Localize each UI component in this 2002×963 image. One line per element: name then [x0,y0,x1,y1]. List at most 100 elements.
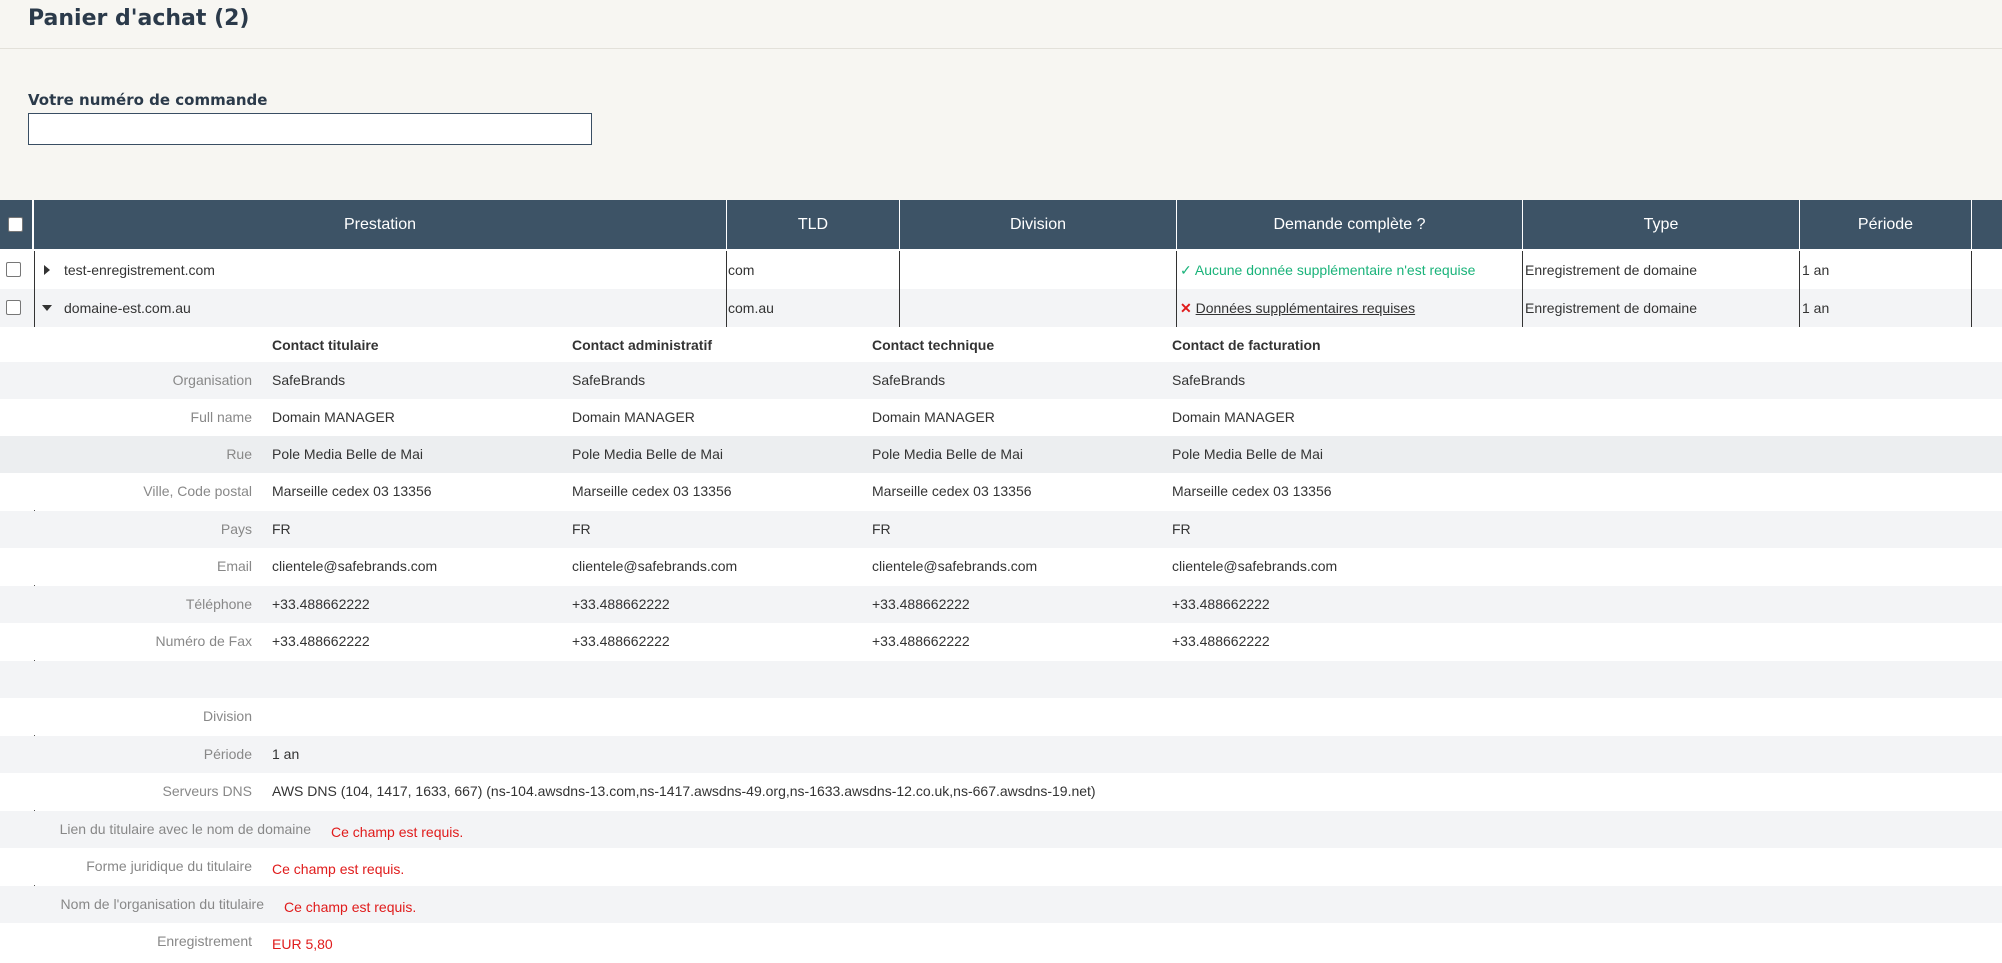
contact-value: +33.488662222 [872,633,970,649]
status-cell: ✓ Aucune donnée supplémentaire n'est req… [1180,251,1520,289]
row-checkbox[interactable] [6,262,21,277]
contact-value: +33.488662222 [272,596,370,612]
detail-row: Forme juridique du titulaire Ce champ es… [0,848,2002,885]
contact-row-label: Ville, Code postal [143,483,252,499]
contact-value: FR [872,521,891,537]
contact-value: Pole Media Belle de Mai [272,446,423,462]
contact-value: Marseille cedex 03 13356 [1172,483,1332,499]
detail-error: Ce champ est requis. [284,899,417,915]
periode-cell: 1 an [1802,262,1830,278]
detail-error: Ce champ est requis. [331,824,464,840]
contact-value: FR [1172,521,1191,537]
contact-row-label: Numéro de Fax [155,633,252,649]
contact-value: Domain MANAGER [272,409,395,425]
contact-value: +33.488662222 [1172,633,1270,649]
header-periode[interactable]: Période [1800,200,1972,249]
contact-value: FR [272,521,291,537]
periode-cell: 1 an [1802,300,1830,316]
contact-value: Pole Media Belle de Mai [872,446,1023,462]
contact-row: Numéro de Fax +33.488662222 +33.48866222… [0,623,2002,660]
detail-label: Enregistrement [157,933,252,949]
select-all-checkbox[interactable] [8,217,23,232]
contact-row: Ville, Code postal Marseille cedex 03 13… [0,473,2002,510]
contact-value: Pole Media Belle de Mai [1172,446,1323,462]
order-number-input[interactable] [28,113,592,145]
contact-value: Domain MANAGER [1172,409,1295,425]
order-number-label: Votre numéro de commande [28,91,268,109]
contact-value: +33.488662222 [1172,596,1270,612]
detail-label: Lien du titulaire avec le nom de domaine [59,821,311,837]
detail-label: Nom de l'organisation du titulaire [60,896,264,912]
contact-value: clientele@safebrands.com [872,558,1038,574]
detail-row: Enregistrement EUR 5,80 [0,923,2002,960]
table-header: Prestation TLD Division Demande complète… [0,200,2002,249]
contact-value: +33.488662222 [272,633,370,649]
status-cell: ✕ Données supplémentaires requises [1180,289,1520,327]
division-cell [901,251,1175,289]
contact-value: SafeBrands [1172,372,1246,388]
header-prestation[interactable]: Prestation [34,200,727,249]
table-row[interactable]: test-enregistrement.com com ✓ Aucune don… [0,251,2002,289]
contact-row: Email clientele@safebrands.com clientele… [0,548,2002,585]
contact-value: Marseille cedex 03 13356 [572,483,732,499]
contact-row-label: Email [216,558,252,574]
detail-row: Lien du titulaire avec le nom de domaine… [0,811,2002,848]
contact-header: Contact administratif [572,337,713,353]
detail-row: Période 1 an [0,736,2002,773]
contact-value: Domain MANAGER [872,409,995,425]
contact-value: clientele@safebrands.com [572,558,738,574]
row-checkbox[interactable] [6,300,21,315]
detail-label: Période [203,746,252,762]
contacts-header-row: Contact titulaire Contact administratif … [0,327,2002,364]
expand-icon[interactable] [44,265,50,275]
contact-value: SafeBrands [572,372,646,388]
contact-header: Contact titulaire [272,337,379,353]
contact-row-label: Organisation [172,372,252,388]
check-icon: ✓ [1180,262,1192,278]
detail-label: Serveurs DNS [162,783,252,799]
contact-row-label: Téléphone [185,596,252,612]
contact-value: Domain MANAGER [572,409,695,425]
prestation-cell: test-enregistrement.com [64,262,215,278]
contact-row: Rue Pole Media Belle de Mai Pole Media B… [0,436,2002,473]
table-row[interactable]: domaine-est.com.au com.au ✕ Données supp… [0,289,2002,327]
header-demande-complete[interactable]: Demande complète ? [1177,200,1523,249]
detail-row: Serveurs DNS AWS DNS (104, 1417, 1633, 6… [0,773,2002,810]
header-division[interactable]: Division [900,200,1177,249]
contact-value: FR [572,521,591,537]
detail-price: EUR 5,80 [272,936,333,952]
detail-label: Forme juridique du titulaire [86,858,252,874]
contact-value: Marseille cedex 03 13356 [872,483,1032,499]
detail-value: 1 an [272,746,300,762]
contact-row-label: Pays [220,521,252,537]
contact-value: SafeBrands [272,372,346,388]
header-type[interactable]: Type [1523,200,1800,249]
header-tld[interactable]: TLD [727,200,900,249]
select-all-cell [0,200,34,249]
contact-value: +33.488662222 [572,633,670,649]
detail-value: AWS DNS (104, 1417, 1633, 667) (ns-104.a… [272,783,1096,799]
type-cell: Enregistrement de domaine [1525,262,1697,278]
detail-error: Ce champ est requis. [272,861,405,877]
detail-row: Nom de l'organisation du titulaire Ce ch… [0,886,2002,923]
top-bar: Panier d'achat (2) [0,0,2002,49]
status-text: Aucune donnée supplémentaire n'est requi… [1194,262,1476,278]
contact-header: Contact technique [872,337,995,353]
detail-label: Division [202,708,252,724]
contact-row: Organisation SafeBrands SafeBrands SafeB… [0,362,2002,399]
contact-value: +33.488662222 [872,596,970,612]
contact-row: Pays FR FR FR FR [0,511,2002,548]
detail-row: Division [0,698,2002,735]
tld-cell: com [728,262,755,278]
contact-value: clientele@safebrands.com [1172,558,1338,574]
order-section: Votre numéro de commande [0,49,2002,200]
collapse-icon[interactable] [42,305,52,311]
status-link[interactable]: Données supplémentaires requises [1196,300,1415,316]
contact-row: Full name Domain MANAGER Domain MANAGER … [0,399,2002,436]
spacer-row [0,661,2002,698]
contact-row-label: Full name [190,409,252,425]
contact-value: clientele@safebrands.com [272,558,438,574]
prestation-cell: domaine-est.com.au [64,300,191,316]
contact-value: SafeBrands [872,372,946,388]
type-cell: Enregistrement de domaine [1525,300,1697,316]
